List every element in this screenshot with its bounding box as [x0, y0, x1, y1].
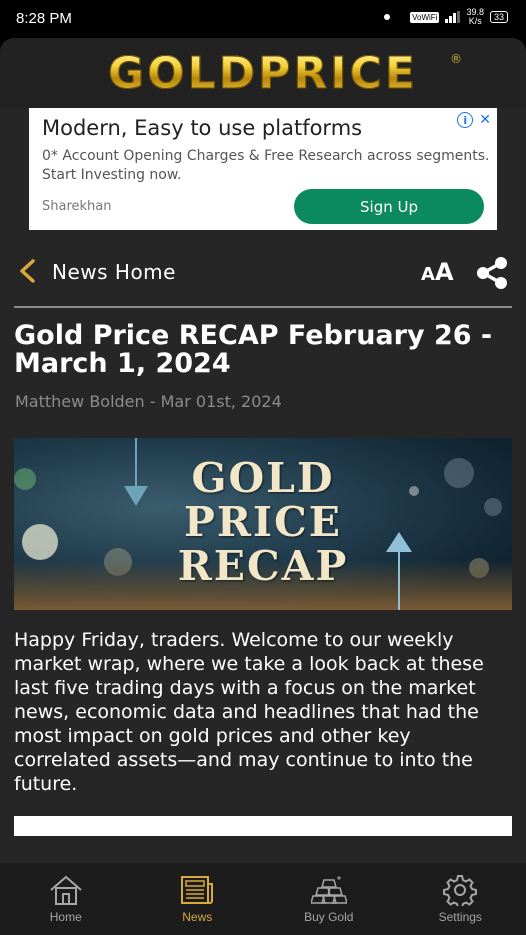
signal-icon [445, 11, 461, 23]
status-time: 8:28 PM [16, 10, 72, 27]
notification-dot-icon [384, 14, 391, 20]
bottom-nav: Home News Buy Gold Settings [0, 863, 526, 935]
tab-news[interactable]: News [132, 863, 264, 935]
tab-settings[interactable]: Settings [395, 863, 526, 935]
ad-description: 0* Account Opening Charges & Free Resear… [42, 148, 490, 183]
tab-home[interactable]: Home [0, 863, 132, 935]
font-size-button[interactable]: AA [421, 258, 454, 286]
net-speed: 39.8 K/s [466, 8, 484, 26]
embedded-chart-placeholder [14, 816, 512, 836]
tab-buy-gold[interactable]: Buy Gold [263, 863, 395, 935]
news-home-link[interactable]: News Home [52, 260, 176, 284]
hero-text-line: RECAP [177, 542, 349, 590]
font-size-small: A [421, 264, 435, 285]
article-byline: Matthew Bolden - Mar 01st, 2024 [15, 392, 282, 411]
app-screen: GOLDPRICE ® Modern, Easy to use platform… [0, 38, 526, 935]
battery-icon: 33 [489, 11, 508, 23]
tab-label: News [182, 910, 213, 924]
ad-controls: i ✕ [457, 112, 491, 128]
news-icon [181, 876, 214, 904]
hero-text-line: PRICE [184, 498, 342, 546]
ad-banner[interactable]: Modern, Easy to use platforms i ✕ 0* Acc… [29, 108, 497, 230]
article-headline: Gold Price RECAP February 26 - March 1, … [14, 320, 493, 379]
vowifi-icon: VoWiFi [410, 11, 440, 23]
chevron-left-icon[interactable] [18, 258, 36, 284]
hero-image-text: GOLD PRICE RECAP [14, 456, 512, 588]
hero-text-line: GOLD [191, 454, 335, 502]
ad-close-icon[interactable]: ✕ [479, 112, 491, 128]
article-nav: News Home AA [14, 250, 512, 296]
tab-label: Buy Gold [304, 910, 354, 924]
gear-icon [443, 875, 478, 906]
home-icon [50, 875, 82, 905]
app-header: GOLDPRICE ® [0, 38, 526, 108]
ad-title: Modern, Easy to use platforms [42, 116, 363, 140]
ad-signup-button[interactable]: Sign Up [294, 189, 484, 224]
divider [14, 306, 512, 308]
net-speed-unit: K/s [468, 16, 482, 26]
registered-mark: ® [450, 52, 462, 66]
gold-bars-icon [310, 876, 347, 904]
status-bar: 8:28 PM VoWiFi 39.8 K/s 33 [0, 0, 526, 38]
status-icons: VoWiFi 39.8 K/s 33 [384, 8, 508, 26]
tab-label: Settings [438, 910, 482, 924]
goldprice-logo: GOLDPRICE [108, 47, 418, 99]
tab-label: Home [49, 910, 82, 924]
article-hero-image: GOLD PRICE RECAP [14, 438, 512, 610]
font-size-large: A [434, 258, 454, 286]
ad-info-icon[interactable]: i [457, 112, 474, 128]
article-body: Happy Friday, traders. Welcome to our we… [14, 629, 484, 795]
ad-brand: Sharekhan [42, 199, 112, 214]
share-icon[interactable] [474, 256, 510, 290]
